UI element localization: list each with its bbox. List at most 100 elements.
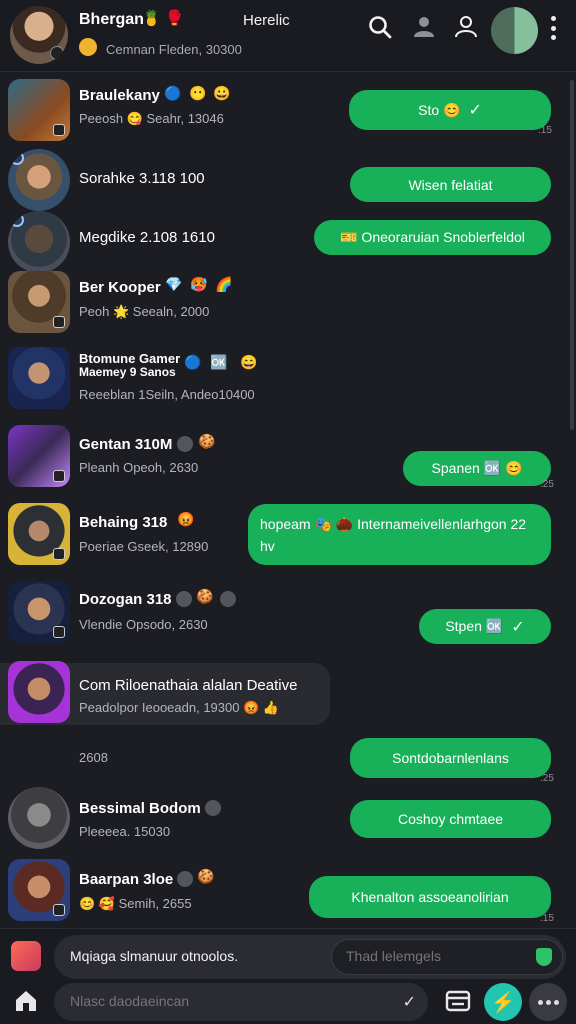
bubble-text: Sontdobarnlenlans [392,750,509,766]
contact-subtitle: Pleeeea. 15030 [79,824,171,839]
contact-name: Ber Kooper [79,279,161,296]
search-bar[interactable]: ✓ [54,983,428,1021]
profile-icon[interactable] [453,14,479,40]
contact-subtitle: Reeeblan 1Seiln, Andeo10400 [79,387,255,402]
status-emoji-icon [79,38,97,56]
profile-avatar[interactable] [10,6,68,64]
app-switcher-icon[interactable] [11,941,41,971]
emoji: 🍪 [197,868,215,884]
bubble-text: 🎫 Oneoraruian Snoblerfeldol [340,229,525,245]
message-input[interactable] [346,948,526,964]
bubble-text: hopeam 🎭 🌰 Internameivellenlarhgon 22 hv [260,515,527,554]
scrollbar[interactable] [570,80,574,430]
contact-name: Braulekany [79,87,160,104]
chat-list: Braulekany 🔵 😶 😀 Peeosh 😋 Seahr, 13046 S… [0,73,576,928]
list-item[interactable]: Baarpan 3loe 🍪 😊 🥰 Semih, 2655 Khenalton… [0,855,576,927]
chat-title: Bhergan [79,11,144,28]
header-center-text: Herelic [243,12,290,29]
emoji: 😶 [189,85,207,101]
emoji: 💎 [165,276,183,292]
bottom-bar: Mqiaga slmanuur otnoolos. ✓ ⚡ [0,928,576,1024]
list-item[interactable]: Bessimal Bodom Pleeeea. 15030 Coshoy chm… [0,787,576,855]
list-item[interactable]: Gentan 310M 🍪 Pleanh Opeoh, 2630 Spanen … [0,417,576,497]
message-bubble[interactable]: 🎫 Oneoraruian Snoblerfeldol [314,220,551,255]
contact-subtitle: 😊 🥰 Semih, 2655 [79,896,192,911]
status-circle[interactable] [491,7,538,54]
contact-name: Bessimal Bodom [79,800,201,817]
avatar [8,149,70,211]
avatar [8,503,70,565]
contact-name: Behaing 318 [79,514,168,531]
search-icon[interactable] [367,14,393,40]
chevron-down-icon[interactable]: ✓ [403,992,416,1012]
avatar [8,347,70,409]
title-emoji-2: 🥊 [165,10,184,27]
list-item[interactable]: Com Riloenathaia alalan Deative Peadolpo… [0,657,576,737]
app-header: Bhergan 🍍 🥊 Herelic Cemnan Fleden, 30300 [0,0,576,72]
message-bubble[interactable]: Sontdobarnlenlans [350,738,551,778]
contact-subtitle: Pleanh Opeoh, 2630 [79,460,199,475]
avatar [8,271,70,333]
list-item[interactable]: Behaing 318 😡 Poeriae Gseek, 12890 hopea… [0,497,576,575]
bubble-text: Coshoy chmtaee [397,811,504,827]
compose-fab-button[interactable]: ⚡ [484,983,522,1021]
composer-input-box[interactable] [331,939,563,975]
emoji: 🔵 [164,85,182,101]
timestamp: .15 [540,913,554,924]
check-icon: ✓ [511,618,525,636]
search-input[interactable] [70,993,390,1009]
emoji: 🌈 [215,276,233,292]
list-item[interactable]: 2608 Sontdobarnlenlans .25 [0,737,576,787]
avatar [8,211,70,273]
avatar-badge [50,46,64,60]
contact-name: Sorahke 3.118 100 [79,170,205,187]
message-bubble[interactable]: Coshoy chmtaee [350,800,551,838]
emoji: 😡 [177,511,195,527]
list-item[interactable]: Dozogan 318 🍪 Vlendie Opsodo, 2630 Stpen… [0,575,576,655]
list-item[interactable]: Sorahke 3.118 100 Wisen felatiat [0,145,576,211]
contact-name: Baarpan 3loe [79,871,174,888]
contact-subtitle: Vlendie Opsodo, 2630 [79,617,208,632]
avatar [8,425,70,487]
kebab-menu-icon[interactable] [550,16,556,40]
message-bubble[interactable]: Sto 😊 ✓ [349,90,551,130]
emoji: 🍪 [196,588,214,604]
emoji: 😀 [213,85,231,101]
message-bubble[interactable]: Wisen felatiat [350,167,551,202]
message-bubble[interactable]: hopeam 🎭 🌰 Internameivellenlarhgon 22 hv [248,504,551,565]
bubble-text: Khenalton assoeanolirian [351,889,509,905]
list-item[interactable]: Braulekany 🔵 😶 😀 Peeosh 😋 Seahr, 13046 S… [0,73,576,145]
contact-subtitle: Peadolpor Ieooeadn, 19300 😡 👍 [79,700,280,715]
more-options-icon[interactable] [529,983,567,1021]
list-item[interactable]: Megdike 2.108 1610 🎫 Oneoraruian Snobler… [0,205,576,273]
bubble-text: Sto 😊 [418,101,461,118]
status-dot [205,800,221,816]
composer-message[interactable]: Mqiaga slmanuur otnoolos. [70,948,238,964]
header-subtitle: Cemnan Fleden, 30300 [106,42,242,57]
person-icon[interactable] [411,14,437,40]
avatar [8,859,70,921]
message-bubble[interactable]: Stpen 🆗 ✓ [419,609,551,644]
avatar [8,79,70,141]
check-icon: ✓ [468,102,482,119]
card-icon[interactable] [444,987,472,1015]
status-dot [177,436,193,452]
contact-subtitle: Peeosh 😋 Seahr, 13046 [79,111,224,126]
status-dot [177,871,193,887]
contact-name: Gentan 310M [79,436,173,453]
contact-name: Dozogan 318 [79,591,172,608]
emoji: 🔵 [184,354,202,370]
shield-icon[interactable] [536,948,552,966]
avatar [8,787,70,849]
message-bubble[interactable]: Khenalton assoeanolirian [309,876,551,918]
status-dot [220,591,236,607]
bubble-text: Stpen 🆗 [445,618,504,634]
timestamp: .25 [540,773,554,784]
home-icon[interactable] [12,987,40,1015]
message-bubble[interactable]: Spanen 🆗 😊 [403,451,551,486]
composer: Mqiaga slmanuur otnoolos. [54,935,566,979]
list-item[interactable]: Ber Kooper 💎 🥵 🌈 Peoh 🌟 Seealn, 2000 [0,265,576,337]
list-item[interactable]: Btomune Gamer Maemey 9 Sanos 🔵 🆗 😄 Reeeb… [0,337,576,417]
bolt-icon: ⚡ [490,991,516,1014]
timestamp: .15 [538,125,552,136]
